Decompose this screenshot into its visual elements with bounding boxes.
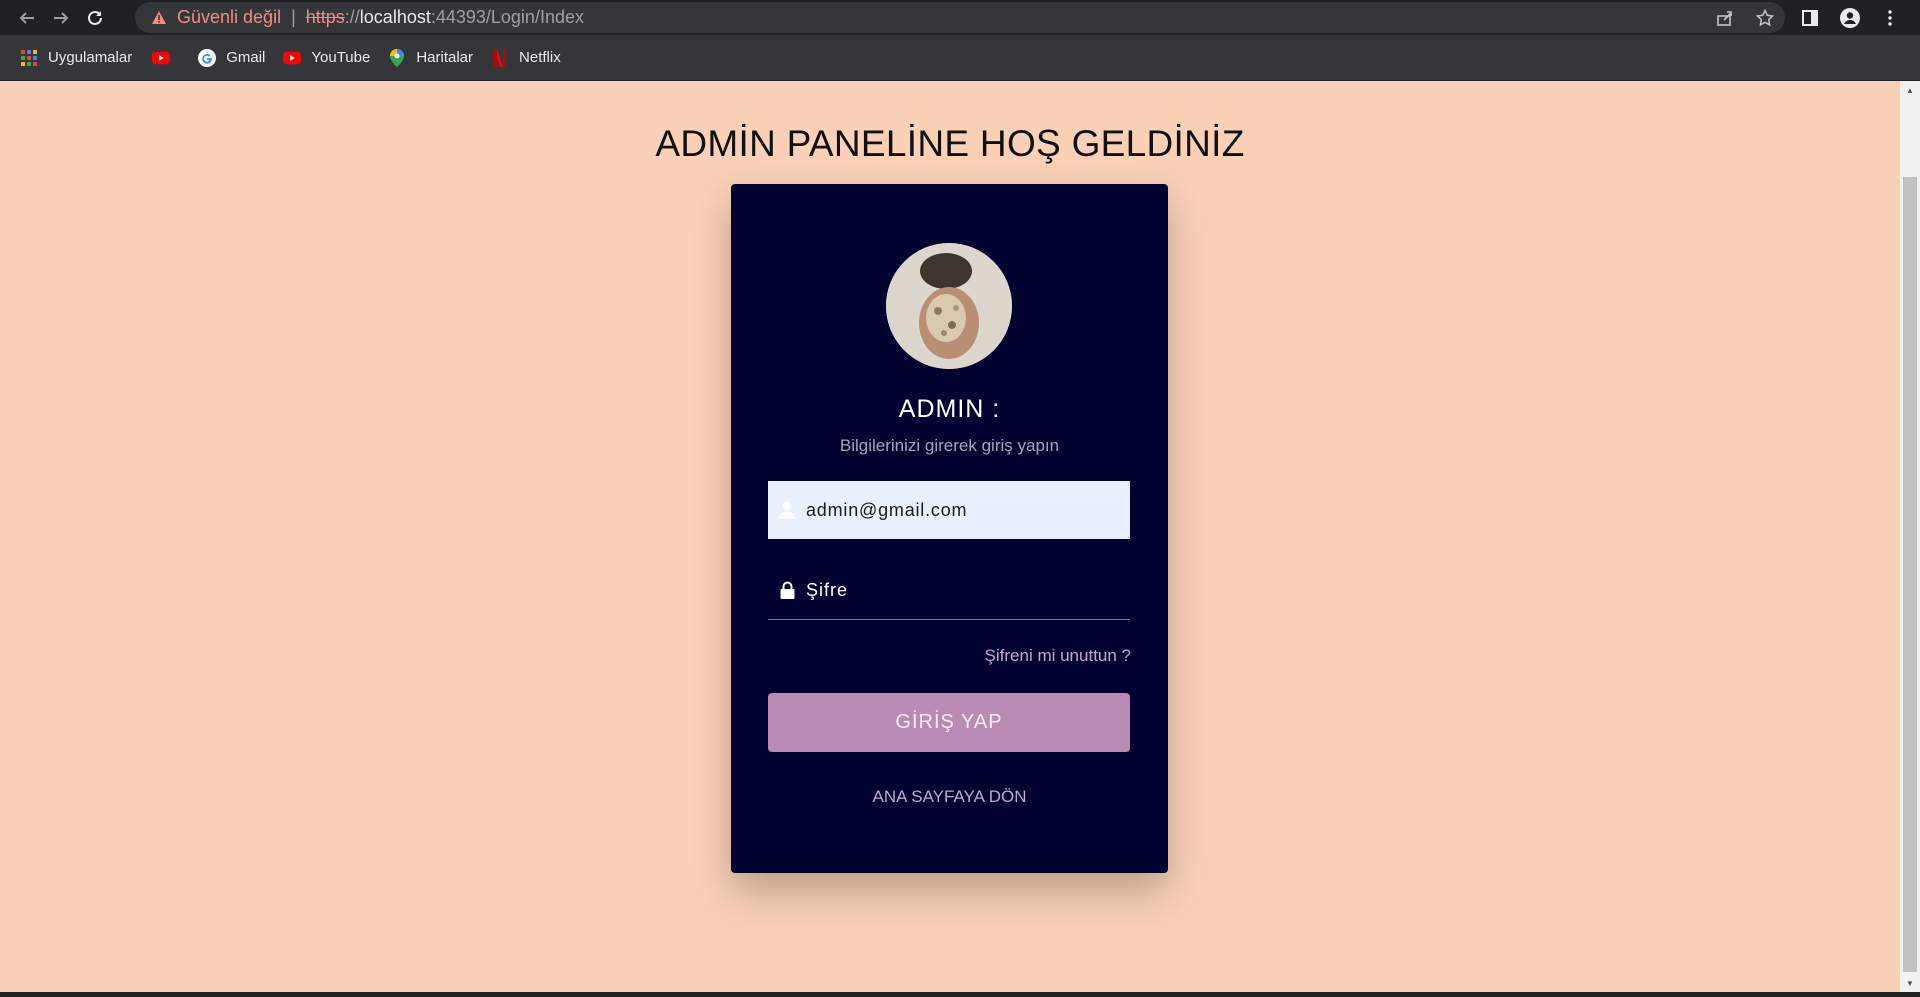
login-card: ADMIN : Bilgilerinizi girerek giriş yapı… (731, 184, 1168, 873)
google-icon (198, 48, 217, 67)
avatar (886, 243, 1012, 369)
url-scheme: https (305, 7, 345, 27)
share-icon[interactable] (1705, 9, 1745, 27)
bookmark-star-icon[interactable] (1745, 8, 1785, 27)
forward-button[interactable] (44, 1, 78, 35)
url-host: localhost (359, 7, 431, 27)
bookmark-label: Uygulamalar (48, 49, 133, 66)
bookmark-label: Haritalar (416, 49, 474, 66)
bookmark-label: YouTube (311, 49, 371, 66)
email-field[interactable]: admin@gmail.com (768, 481, 1130, 539)
url-scheme-separator: :// (344, 7, 360, 27)
bookmark-youtube[interactable]: YouTube (283, 49, 370, 67)
reload-icon (88, 10, 102, 25)
bookmark-maps[interactable]: Haritalar (388, 48, 474, 67)
scroll-down-icon[interactable]: ▼ (1900, 974, 1920, 992)
profile-icon[interactable] (1830, 0, 1870, 35)
back-button[interactable] (10, 1, 44, 35)
reload-button[interactable] (78, 1, 112, 35)
youtube-icon (152, 49, 171, 67)
bookmarks-bar: Uygulamalar Gmail YouTube Haritalar Netf… (0, 35, 1920, 81)
address-separator: | (291, 7, 296, 27)
scroll-up-icon[interactable]: ▲ (1900, 81, 1920, 99)
bookmark-label: Gmail (226, 49, 266, 66)
side-panel-icon[interactable] (1790, 0, 1830, 35)
warning-icon (151, 9, 169, 27)
login-button[interactable]: GİRİŞ YAP (768, 693, 1130, 752)
card-subtitle: Bilgilerinizi girerek giriş yapın (839, 436, 1060, 455)
page-title: ADMİN PANELİNE HOŞ GELDİNİZ (655, 123, 1245, 164)
url-path: :44393/Login/Index (430, 7, 584, 27)
password-placeholder: Şifre (806, 579, 849, 600)
home-link[interactable]: ANA SAYFAYA DÖN (731, 787, 1168, 807)
scroll-thumb[interactable] (1903, 177, 1917, 972)
menu-kebab-icon[interactable] (1870, 0, 1910, 35)
lock-icon (768, 581, 806, 599)
youtube-icon (283, 49, 302, 67)
maps-pin-icon (388, 48, 406, 67)
taskbar-edge (0, 992, 1920, 997)
apps-grid-icon (20, 49, 38, 67)
bookmark-youtube-icon-only[interactable] (152, 49, 180, 67)
arrow-left-icon (19, 11, 34, 24)
security-status[interactable]: Güvenli değil (177, 7, 281, 28)
card-title: ADMIN : (898, 395, 1001, 423)
avatar-photo (886, 243, 1012, 369)
page-scrollbar[interactable]: ▲ ▼ (1900, 81, 1920, 992)
bookmark-label: Netflix (519, 49, 561, 66)
page-content: ADMİN PANELİNE HOŞ GELDİNİZ ADMIN : Bilg… (0, 81, 1900, 992)
browser-toolbar: Güvenli değil | https://localhost:44393/… (0, 0, 1920, 35)
arrow-right-icon (54, 11, 69, 24)
user-icon (768, 501, 806, 519)
bookmark-apps[interactable]: Uygulamalar (20, 49, 132, 67)
bookmark-gmail[interactable]: Gmail (198, 48, 266, 67)
address-bar[interactable]: Güvenli değil | https://localhost:44393/… (135, 2, 1785, 33)
email-value: admin@gmail.com (806, 499, 968, 520)
netflix-icon (491, 48, 509, 67)
bookmark-netflix[interactable]: Netflix (491, 48, 561, 67)
password-field[interactable]: Şifre (768, 561, 1130, 620)
forgot-password-link[interactable]: Şifreni mi unuttun ? (985, 646, 1131, 666)
